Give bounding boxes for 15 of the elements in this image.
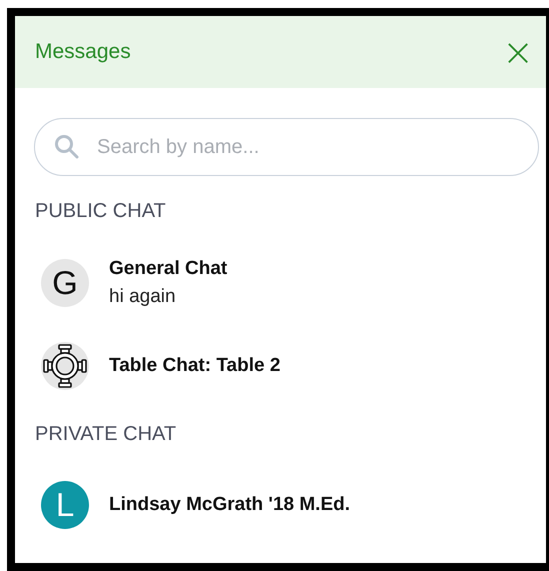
chat-item[interactable]: L Lindsay McGrath '18 M.Ed. <box>15 464 546 546</box>
search-icon <box>54 134 80 160</box>
chat-name: General Chat <box>109 258 228 280</box>
close-button[interactable]: × <box>494 33 542 71</box>
search-field[interactable]: Search by name... <box>34 118 539 176</box>
message-preview: hi again <box>109 286 177 308</box>
chat-item[interactable]: Table Chat: Table 2 <box>15 325 546 407</box>
chat-name: Lindsay McGrath '18 M.Ed. <box>109 494 350 516</box>
section-heading: PUBLIC CHAT <box>34 199 167 223</box>
chat-item[interactable]: G General Chat hi again <box>15 241 546 325</box>
chat-name: Table Chat: Table 2 <box>109 355 280 377</box>
section-heading: PRIVATE CHAT <box>34 422 178 446</box>
avatar: G <box>41 259 89 307</box>
panel-title: Messages <box>35 40 131 64</box>
avatar: L <box>41 481 89 529</box>
